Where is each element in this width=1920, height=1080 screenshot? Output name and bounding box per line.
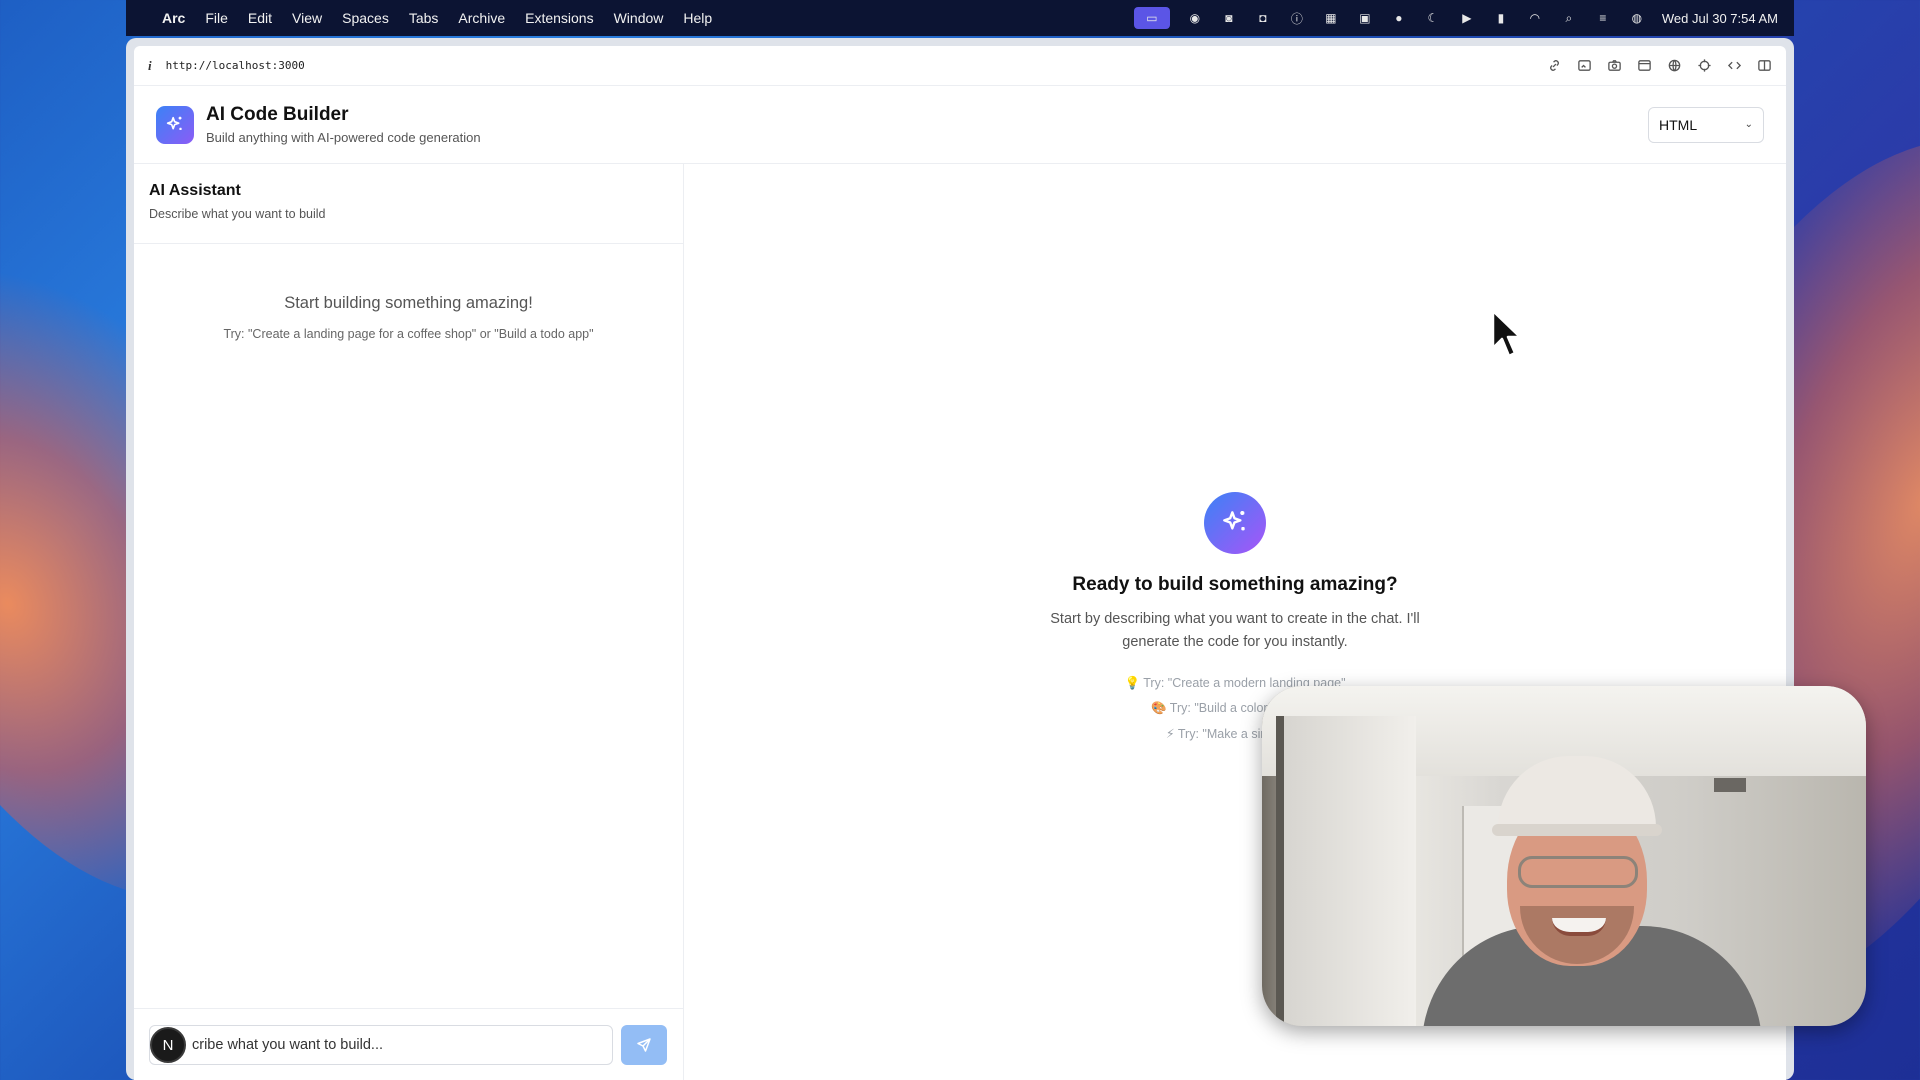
menu-file[interactable]: File <box>205 10 228 26</box>
globe-icon[interactable] <box>1666 58 1682 74</box>
menu-help[interactable]: Help <box>683 10 712 26</box>
webcam-person-glasses <box>1518 856 1638 888</box>
chat-input-row: N <box>134 1008 683 1080</box>
battery-icon[interactable]: ▮ <box>1492 10 1510 26</box>
webcam-person-cap-brim <box>1492 824 1662 836</box>
menu-window[interactable]: Window <box>614 10 664 26</box>
menu-archive[interactable]: Archive <box>458 10 505 26</box>
password-manager-icon[interactable]: ⓘ <box>1288 10 1306 26</box>
preview-logo <box>1204 492 1266 554</box>
chat-bubble-icon[interactable]: ● <box>1390 10 1408 26</box>
avatar[interactable]: N <box>150 1027 186 1063</box>
capture-icon[interactable] <box>1576 58 1592 74</box>
screenshot-camera-icon[interactable] <box>1606 58 1622 74</box>
record-icon[interactable]: ◉ <box>1186 10 1204 26</box>
menu-edit[interactable]: Edit <box>248 10 272 26</box>
chat-subtitle: Describe what you want to build <box>149 207 326 221</box>
camera-app-icon[interactable]: ◙ <box>1220 10 1238 26</box>
preview-description: Start by describing what you want to cre… <box>1050 611 1420 650</box>
preview-title: Ready to build something amazing? <box>1072 574 1398 595</box>
menu-extensions[interactable]: Extensions <box>525 10 593 26</box>
site-info-icon[interactable]: i <box>148 58 152 74</box>
split-view-icon[interactable] <box>1756 58 1772 74</box>
url-bar-tools <box>1546 58 1772 74</box>
calendar-icon[interactable]: ▣ <box>1356 10 1374 26</box>
control-center-icon[interactable]: ≡ <box>1594 10 1612 26</box>
webcam-overlay <box>1262 686 1866 1026</box>
menu-spaces[interactable]: Spaces <box>342 10 389 26</box>
chat-panel: AI Assistant Describe what you want to b… <box>134 164 684 1080</box>
chat-input[interactable] <box>149 1024 613 1065</box>
chat-empty-hint: Try: "Create a landing page for a coffee… <box>223 327 594 341</box>
menu-app-name[interactable]: Arc <box>162 10 185 26</box>
chevron-down-icon: ⌄ <box>1744 119 1753 130</box>
send-icon <box>637 1037 651 1052</box>
app-title: AI Code Builder <box>206 104 349 125</box>
spotlight-search-icon[interactable]: ⌕ <box>1560 10 1578 26</box>
chat-header: AI Assistant Describe what you want to b… <box>134 164 683 244</box>
send-button[interactable] <box>621 1024 667 1065</box>
siri-icon[interactable]: ◍ <box>1628 10 1646 26</box>
crosshair-icon[interactable] <box>1696 58 1712 74</box>
mouse-cursor-icon <box>1491 309 1522 358</box>
app-header: AI Code Builder Build anything with AI-p… <box>134 86 1786 164</box>
menu-tabs[interactable]: Tabs <box>409 10 439 26</box>
language-select[interactable]: HTML ⌄ <box>1648 106 1764 143</box>
play-icon[interactable]: ▶ <box>1458 10 1476 26</box>
window-icon[interactable] <box>1636 58 1652 74</box>
webcam-door <box>1276 716 1416 1026</box>
menu-view[interactable]: View <box>292 10 322 26</box>
moon-icon[interactable]: ☾ <box>1424 10 1442 26</box>
webcam-vent <box>1714 778 1746 792</box>
chat-empty-state: Start building something amazing! Try: "… <box>134 244 683 341</box>
menu-bar: Arc File Edit View Spaces Tabs Archive E… <box>126 0 1794 36</box>
chat-empty-title: Start building something amazing! <box>284 294 533 312</box>
language-select-value: HTML <box>1659 116 1698 133</box>
url-text[interactable]: http://localhost:3000 <box>166 59 305 72</box>
menu-clock[interactable]: Wed Jul 30 7:54 AM <box>1662 11 1778 26</box>
screen-share-icon[interactable]: ▭ <box>1133 7 1170 29</box>
copy-link-icon[interactable] <box>1546 58 1562 74</box>
url-bar[interactable]: i http://localhost:3000 <box>134 46 1786 86</box>
chat-title: AI Assistant <box>149 182 241 199</box>
app-logo <box>156 105 194 144</box>
zoom-icon[interactable]: ◘ <box>1254 10 1272 26</box>
code-icon[interactable] <box>1726 58 1742 74</box>
wifi-icon[interactable]: ◠ <box>1526 10 1544 26</box>
sparkles-icon <box>1223 511 1245 531</box>
grid-app-icon[interactable]: ▦ <box>1322 10 1340 26</box>
sparkles-icon <box>166 116 182 130</box>
app-subtitle: Build anything with AI-powered code gene… <box>206 130 481 145</box>
status-area: ▭ ◉ ◙ ◘ ⓘ ▦ ▣ ● ☾ ▶ ▮ ◠ ⌕ ≡ ◍ Wed Jul 30… <box>1133 7 1778 29</box>
